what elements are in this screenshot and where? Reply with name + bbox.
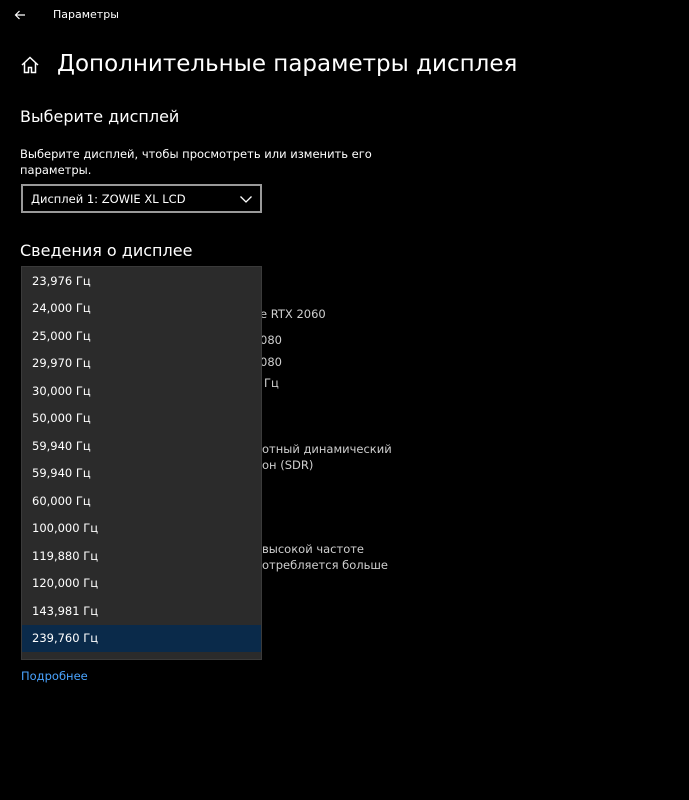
refresh-rate-option[interactable]: 119,880 Гц bbox=[22, 542, 261, 570]
display-info-text: отребляется больше bbox=[262, 558, 388, 572]
back-arrow-icon bbox=[14, 10, 25, 20]
title-bar: Параметры bbox=[0, 0, 689, 30]
refresh-rate-option[interactable]: 24,000 Гц bbox=[22, 295, 261, 323]
display-info-text: 080 bbox=[260, 355, 282, 369]
refresh-rate-option[interactable]: 29,970 Гц bbox=[22, 350, 261, 378]
refresh-rate-option-selected[interactable]: 239,760 Гц bbox=[22, 624, 261, 652]
select-display-heading: Выберите дисплей bbox=[20, 107, 180, 126]
page-title: Дополнительные параметры дисплея bbox=[57, 51, 518, 77]
refresh-rate-option[interactable]: 100,000 Гц bbox=[22, 515, 261, 543]
display-info-text: Гц bbox=[264, 376, 279, 390]
app-title: Параметры bbox=[53, 8, 119, 21]
display-info-text: он (SDR) bbox=[262, 458, 314, 472]
refresh-rate-option[interactable]: 23,976 Гц bbox=[22, 267, 261, 295]
refresh-rate-option[interactable]: 25,000 Гц bbox=[22, 322, 261, 350]
refresh-rate-option[interactable]: 59,940 Гц bbox=[22, 432, 261, 460]
home-icon bbox=[21, 56, 39, 74]
display-info-text: высокой частоте bbox=[262, 542, 365, 556]
display-info-text: 080 bbox=[260, 333, 282, 347]
refresh-rate-option[interactable]: 59,940 Гц bbox=[22, 460, 261, 488]
display-info-text: отный динамический bbox=[262, 442, 392, 456]
chevron-down-icon bbox=[240, 195, 252, 203]
back-button[interactable] bbox=[8, 4, 32, 26]
learn-more-link[interactable]: Подробнее bbox=[21, 669, 88, 683]
display-info-heading: Сведения о дисплее bbox=[20, 241, 193, 260]
refresh-rate-option[interactable]: 60,000 Гц bbox=[22, 487, 261, 515]
display-select[interactable]: Дисплей 1: ZOWIE XL LCD bbox=[21, 184, 262, 213]
refresh-rate-option[interactable]: 30,000 Гц bbox=[22, 377, 261, 405]
display-info-text: e RTX 2060 bbox=[260, 307, 326, 321]
select-display-description: Выберите дисплей, чтобы просмотреть или … bbox=[20, 147, 372, 177]
refresh-rate-option[interactable]: 120,000 Гц bbox=[22, 570, 261, 598]
refresh-rate-option[interactable]: 50,000 Гц bbox=[22, 405, 261, 433]
page-header: Дополнительные параметры дисплея bbox=[20, 48, 517, 80]
refresh-rate-option[interactable]: 143,981 Гц bbox=[22, 597, 261, 625]
refresh-rate-dropdown[interactable]: 23,976 Гц 24,000 Гц 25,000 Гц 29,970 Гц … bbox=[21, 266, 262, 660]
display-select-value: Дисплей 1: ZOWIE XL LCD bbox=[31, 191, 186, 206]
